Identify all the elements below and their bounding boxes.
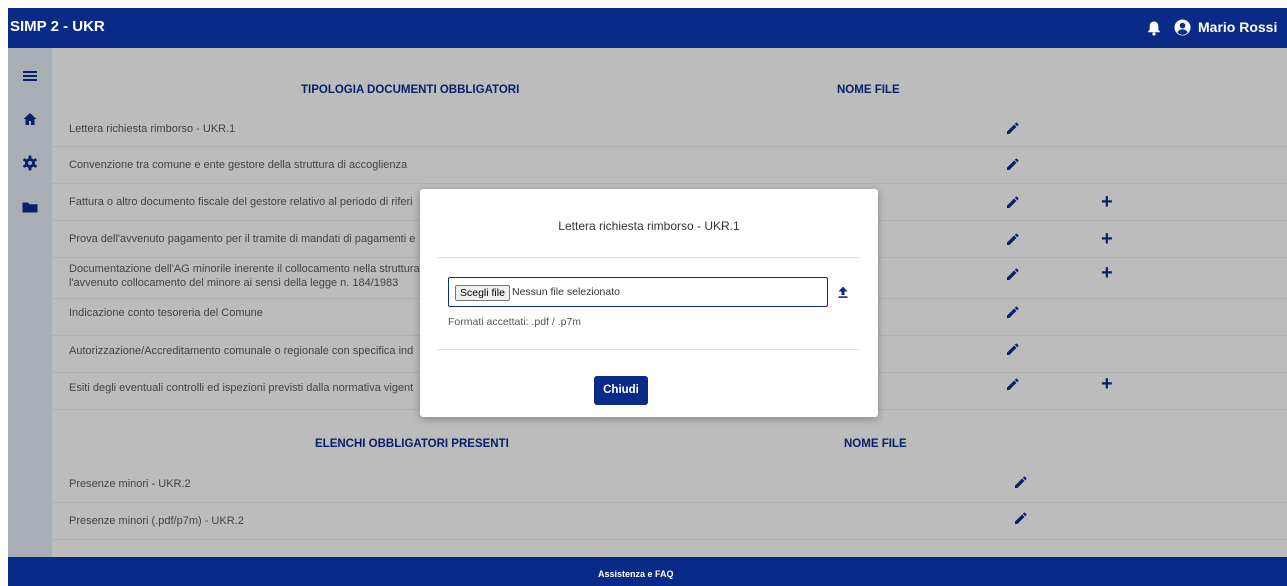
top-bar: SIMP 2 - UKR Mario Rossi	[8, 8, 1287, 48]
divider	[438, 257, 860, 258]
file-input[interactable]: Scegli file Nessun file selezionato	[448, 277, 828, 307]
accepted-formats: Formati accettati: .pdf / .p7m	[448, 316, 582, 328]
help-faq-link[interactable]: Assistenza e FAQ	[598, 569, 674, 579]
choose-file-button[interactable]: Scegli file	[455, 285, 510, 301]
user-account-icon[interactable]	[1174, 19, 1191, 36]
upload-icon[interactable]	[836, 285, 850, 299]
no-file-text: Nessun file selezionato	[512, 286, 620, 298]
upload-dialog: Lettera richiesta rimborso - UKR.1 Scegl…	[420, 189, 878, 417]
close-button[interactable]: Chiudi	[594, 376, 648, 405]
footer: Assistenza e FAQ	[8, 557, 1287, 586]
dialog-title: Lettera richiesta rimborso - UKR.1	[558, 219, 740, 233]
bell-icon[interactable]	[1146, 20, 1162, 36]
divider	[438, 349, 860, 350]
app-title: SIMP 2 - UKR	[10, 18, 105, 35]
user-name[interactable]: Mario Rossi	[1198, 19, 1277, 35]
